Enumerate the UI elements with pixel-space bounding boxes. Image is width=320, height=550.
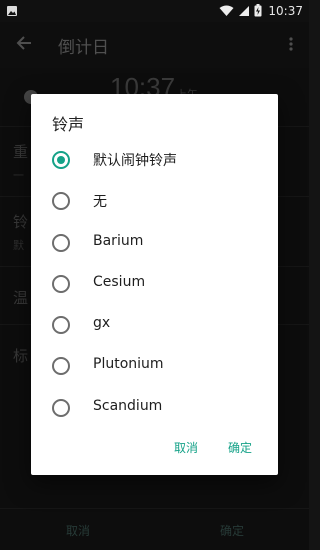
ringtone-option-label: Barium <box>93 233 144 249</box>
ringtone-option[interactable]: 无 <box>31 180 278 221</box>
dialog-title: 铃声 <box>52 115 85 134</box>
radio-checked-icon[interactable] <box>52 151 70 169</box>
ringtone-option[interactable]: Cesium <box>31 263 278 304</box>
signal-icon <box>238 2 250 21</box>
ringtone-option[interactable]: Plutonium <box>31 345 278 386</box>
ringtone-option[interactable]: 默认闹钟铃声 <box>31 139 278 180</box>
ringtone-option-label: Plutonium <box>93 356 164 372</box>
radio-unchecked-icon[interactable] <box>52 192 70 210</box>
ringtone-option[interactable]: Scandium <box>31 387 278 428</box>
ok-button[interactable]: 确定 <box>228 439 252 456</box>
ringtone-dialog: 铃声 默认闹钟铃声 无 Barium Cesium gx Plutonium S… <box>31 94 278 475</box>
ringtone-option-label: Cesium <box>93 274 146 290</box>
battery-charging-icon <box>254 2 262 21</box>
image-icon <box>6 2 18 21</box>
ringtone-option-label: Scandium <box>93 398 163 414</box>
radio-unchecked-icon[interactable] <box>52 399 70 417</box>
status-time: 10:37 <box>268 4 303 18</box>
radio-unchecked-icon[interactable] <box>52 357 70 375</box>
ringtone-option-label: 无 <box>93 194 107 210</box>
cancel-button[interactable]: 取消 <box>174 439 198 456</box>
status-bar: 10:37 <box>0 0 309 22</box>
ringtone-option-label: 默认闹钟铃声 <box>93 153 177 169</box>
ringtone-option[interactable]: Barium <box>31 222 278 263</box>
ringtone-option-label: gx <box>93 315 111 331</box>
wifi-icon <box>219 2 234 21</box>
radio-unchecked-icon[interactable] <box>52 316 70 334</box>
ringtone-option[interactable]: gx <box>31 304 278 345</box>
radio-unchecked-icon[interactable] <box>52 234 70 252</box>
radio-unchecked-icon[interactable] <box>52 275 70 293</box>
